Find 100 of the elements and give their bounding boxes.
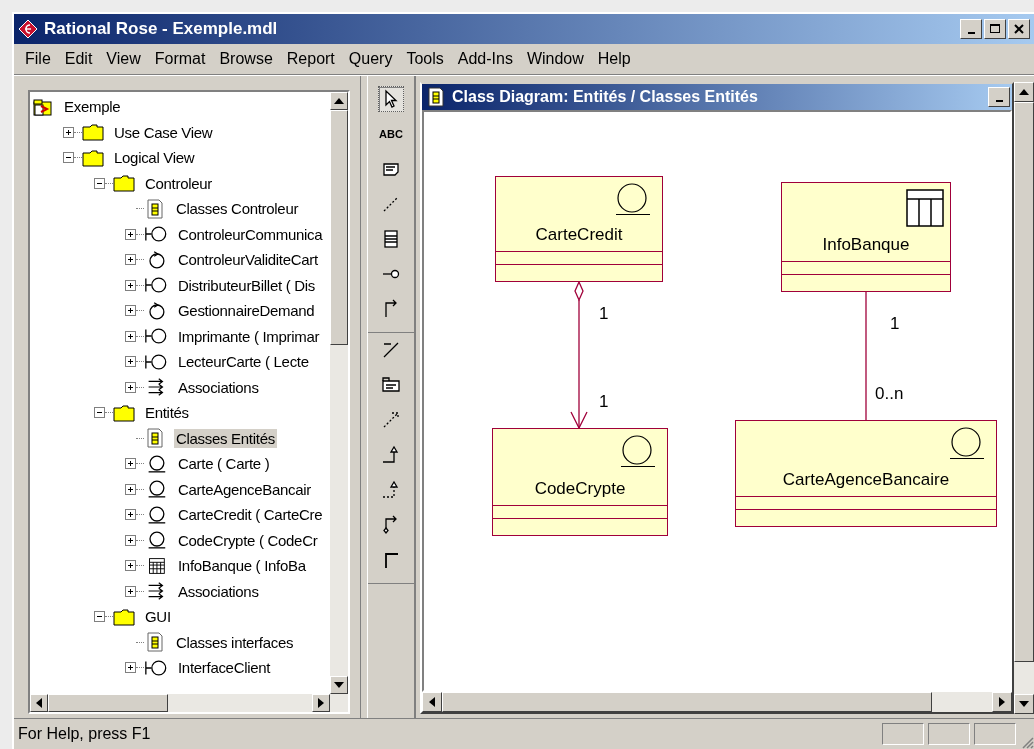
- package-icon: [381, 375, 401, 395]
- maximize-icon: [989, 23, 1001, 35]
- collapse-toggle[interactable]: [94, 177, 105, 189]
- menu-item[interactable]: Help: [590, 50, 638, 68]
- minimize-button[interactable]: [960, 19, 982, 39]
- multiplicity-label: 1: [890, 314, 900, 334]
- tree-item[interactable]: Entités: [143, 403, 191, 423]
- scrollbar-thumb[interactable]: [442, 692, 932, 712]
- menu-item[interactable]: Format: [147, 50, 213, 68]
- tree-item[interactable]: Associations: [176, 581, 261, 601]
- expand-toggle[interactable]: [125, 585, 136, 597]
- menu-item[interactable]: Browse: [212, 50, 280, 68]
- multiplicity-label: 0..n: [875, 384, 904, 404]
- tree-item[interactable]: Imprimante ( Imprimar: [176, 326, 322, 346]
- class-icon: [381, 229, 401, 249]
- scroll-up-button[interactable]: [1014, 82, 1034, 102]
- boundary-class-icon: [144, 275, 168, 296]
- menu-item[interactable]: File: [18, 50, 58, 68]
- tree-item[interactable]: CarteAgenceBancair: [176, 479, 313, 499]
- tree-item[interactable]: CodeCrypte ( CodeCr: [176, 530, 320, 550]
- scroll-up-button[interactable]: [330, 92, 348, 110]
- status-panel: [882, 723, 924, 745]
- class-box[interactable]: CodeCrypte: [492, 428, 668, 536]
- multiplicity-label: 1: [599, 304, 609, 324]
- scroll-right-button[interactable]: [312, 694, 330, 712]
- scroll-down-button[interactable]: [1014, 694, 1034, 714]
- vertical-scrollbar[interactable]: [330, 92, 348, 694]
- tree-item[interactable]: Exemple: [62, 97, 123, 117]
- expand-toggle[interactable]: [125, 279, 136, 291]
- tree-item[interactable]: Associations: [176, 377, 261, 397]
- minimize-button[interactable]: [988, 87, 1010, 107]
- expand-toggle[interactable]: [125, 381, 136, 393]
- tree-item[interactable]: GUI: [143, 607, 173, 627]
- menu-item[interactable]: Edit: [57, 50, 100, 68]
- expand-toggle[interactable]: [125, 356, 136, 368]
- tree-item[interactable]: Logical View: [112, 148, 197, 168]
- class-box[interactable]: CarteCredit: [495, 176, 663, 282]
- tree-item[interactable]: ControleurCommunica: [176, 224, 325, 244]
- scroll-down-button[interactable]: [330, 676, 348, 694]
- expand-toggle[interactable]: [125, 662, 136, 674]
- expand-toggle[interactable]: [125, 458, 136, 470]
- collapse-toggle[interactable]: [94, 611, 105, 623]
- menu-item[interactable]: Report: [279, 50, 342, 68]
- folder-icon: [82, 147, 104, 168]
- menu-item[interactable]: View: [99, 50, 148, 68]
- tree-item[interactable]: LecteurCarte ( Lecte: [176, 352, 311, 372]
- expand-toggle[interactable]: [63, 126, 74, 138]
- up-arrow-icon: [1019, 89, 1029, 95]
- tree-item[interactable]: ControleurValiditeCart: [176, 250, 320, 270]
- scrollbar-thumb[interactable]: [330, 110, 348, 345]
- class-name: InfoBanque: [822, 235, 910, 255]
- boundary-class-icon: [144, 224, 168, 245]
- tree-item[interactable]: Classes Controleur: [174, 199, 301, 219]
- up-arrow-icon: [334, 98, 344, 104]
- menu-item[interactable]: Query: [341, 50, 400, 68]
- boundary-class-icon: [144, 351, 168, 372]
- tree-item[interactable]: Controleur: [143, 173, 215, 193]
- tree-item[interactable]: InterfaceClient: [176, 658, 273, 678]
- scrollbar-thumb[interactable]: [48, 694, 168, 712]
- scroll-left-button[interactable]: [30, 694, 48, 712]
- class-box[interactable]: InfoBanque: [781, 182, 951, 292]
- expand-toggle[interactable]: [125, 305, 136, 317]
- class-box[interactable]: CarteAgenceBancaire: [735, 420, 997, 527]
- menu-item[interactable]: Add-Ins: [450, 50, 520, 68]
- scroll-right-button[interactable]: [992, 692, 1012, 712]
- line-icon: [381, 340, 401, 360]
- tree-item[interactable]: Classes interfaces: [174, 632, 296, 652]
- boundary-class-icon: [144, 657, 168, 678]
- panel-splitter[interactable]: [360, 76, 368, 718]
- expand-toggle[interactable]: [125, 534, 136, 546]
- tree-item[interactable]: GestionnaireDemand: [176, 301, 317, 321]
- status-panel: [974, 723, 1016, 745]
- scroll-left-button[interactable]: [422, 692, 442, 712]
- left-arrow-icon: [36, 698, 42, 708]
- window-title: Rational Rose - Exemple.mdl: [44, 19, 278, 39]
- tree-item[interactable]: Use Case View: [112, 122, 215, 142]
- expand-toggle[interactable]: [125, 560, 136, 572]
- folder-icon: [113, 173, 135, 194]
- expand-toggle[interactable]: [125, 254, 136, 266]
- horizontal-scrollbar[interactable]: [422, 692, 1012, 712]
- collapse-toggle[interactable]: [94, 407, 105, 419]
- tool-button[interactable]: [378, 86, 404, 112]
- folder-icon: [113, 402, 135, 423]
- expand-toggle[interactable]: [125, 330, 136, 342]
- menu-item[interactable]: Window: [519, 50, 591, 68]
- tree-item[interactable]: InfoBanque ( InfoBa: [176, 556, 308, 576]
- expand-toggle[interactable]: [125, 509, 136, 521]
- folder-icon: [82, 122, 104, 143]
- expand-toggle[interactable]: [125, 483, 136, 495]
- expand-toggle[interactable]: [125, 228, 136, 240]
- horizontal-scrollbar[interactable]: [30, 694, 348, 712]
- tree-item[interactable]: CarteCredit ( CarteCre: [176, 505, 325, 525]
- maximize-button[interactable]: [984, 19, 1006, 39]
- model-icon: [32, 96, 54, 117]
- collapse-toggle[interactable]: [63, 152, 74, 164]
- tree-item[interactable]: Carte ( Carte ): [176, 454, 272, 474]
- tree-item[interactable]: Classes Entités: [174, 428, 277, 448]
- tree-item[interactable]: DistributeurBillet ( Dis: [176, 275, 317, 295]
- close-button[interactable]: [1008, 19, 1030, 39]
- menu-item[interactable]: Tools: [399, 50, 451, 68]
